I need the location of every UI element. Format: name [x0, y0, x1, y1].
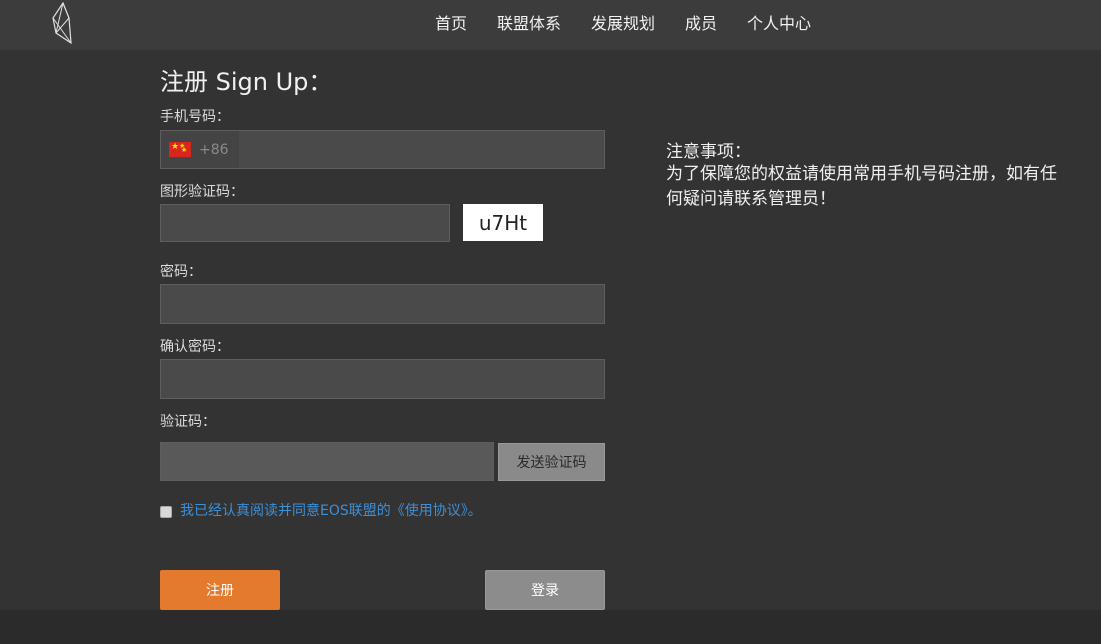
password-label: 密码：	[160, 264, 202, 280]
sms-code-label: 验证码：	[160, 414, 216, 430]
captcha-label: 图形验证码：	[160, 184, 244, 200]
nav-item-alliance-system[interactable]: 联盟体系	[497, 10, 561, 34]
phone-label: 手机号码：	[160, 109, 230, 125]
captcha-input[interactable]	[160, 204, 450, 242]
top-navbar: 首页 联盟体系 发展规划 成员 个人中心	[0, 0, 1101, 50]
confirm-password-label: 确认密码：	[160, 339, 230, 355]
password-input[interactable]	[160, 284, 605, 324]
nav-item-development-plan[interactable]: 发展规划	[591, 10, 655, 34]
country-code: +86	[199, 141, 229, 158]
send-code-button[interactable]: 发送验证码	[498, 443, 605, 481]
notes-title: 注意事项：	[666, 142, 751, 162]
captcha-image[interactable]: u7Ht	[463, 204, 543, 241]
login-button[interactable]: 登录	[485, 570, 605, 610]
notes-body: 为了保障您的权益请使用常用手机号码注册，如有任何疑问请联系管理员！	[666, 164, 1057, 209]
country-code-selector[interactable]: ★ ★ ★ +86	[161, 131, 239, 168]
agreement-row: 我已经认真阅读并同意EOS联盟的《使用协议》。	[160, 500, 482, 520]
nav-item-home[interactable]: 首页	[435, 10, 467, 34]
register-button[interactable]: 注册	[160, 570, 280, 610]
china-flag-icon: ★ ★ ★	[169, 142, 191, 157]
nav-item-personal-center[interactable]: 个人中心	[747, 10, 811, 34]
nav-item-members[interactable]: 成员	[685, 10, 717, 34]
sms-code-input[interactable]	[160, 442, 494, 481]
agreement-link[interactable]: 我已经认真阅读并同意EOS联盟的《使用协议》。	[180, 500, 482, 520]
confirm-password-input[interactable]	[160, 359, 605, 399]
eos-logo-icon[interactable]	[50, 2, 76, 44]
footer-bar	[0, 610, 1101, 644]
page-title: 注册 Sign Up：	[160, 68, 333, 96]
agreement-checkbox[interactable]	[160, 505, 172, 518]
